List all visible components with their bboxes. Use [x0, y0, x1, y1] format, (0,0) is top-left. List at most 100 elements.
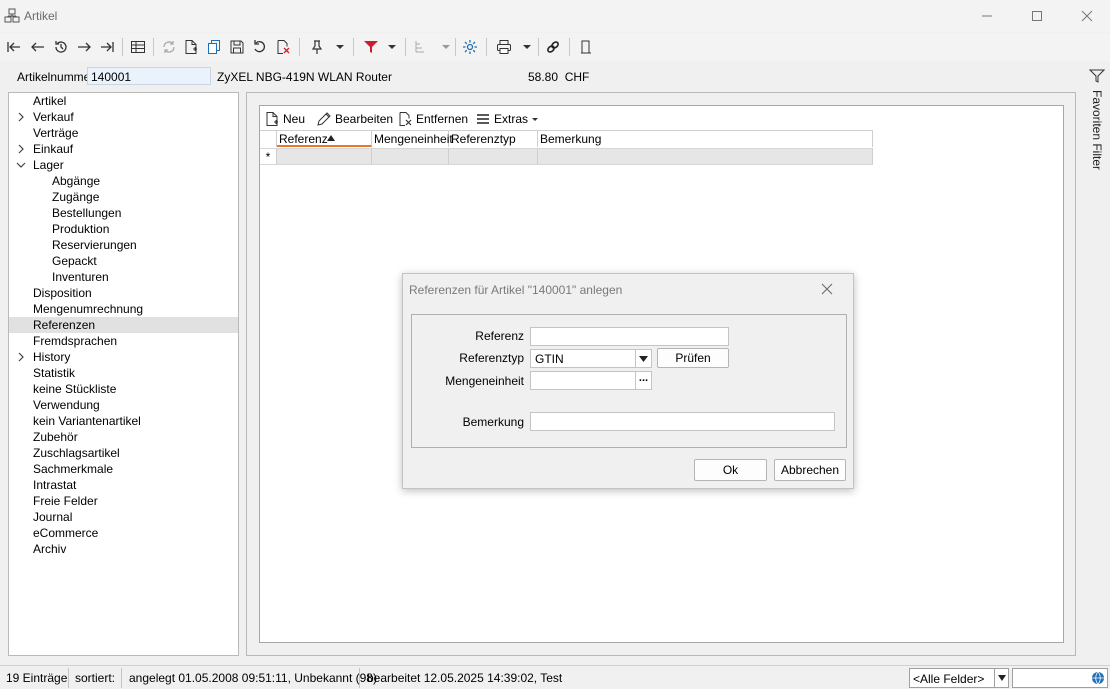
dialog-close-button[interactable] [821, 283, 833, 298]
funnel-icon[interactable] [1088, 68, 1106, 87]
filter-icon [364, 41, 378, 53]
tree-item-freie-felder[interactable]: Freie Felder [9, 493, 238, 509]
tree-item-abgänge[interactable]: Abgänge [9, 173, 238, 189]
extras-menu-button[interactable]: Extras [475, 110, 539, 127]
tree-item-zubehör[interactable]: Zubehör [9, 429, 238, 445]
grid-cell[interactable] [277, 148, 372, 165]
tree-item-artikel[interactable]: Artikel [9, 93, 238, 109]
dropdown-arrow-icon[interactable] [635, 350, 651, 367]
ellipsis-button[interactable]: ... [635, 372, 651, 389]
extras-button-label: Extras [494, 111, 529, 126]
close-window-button[interactable] [1064, 0, 1110, 32]
pruefen-button[interactable]: Prüfen [657, 348, 729, 368]
row-indicator-header [260, 130, 277, 147]
ok-button[interactable]: Ok [694, 459, 767, 481]
refresh-button[interactable] [159, 36, 179, 58]
tree-item-intrastat[interactable]: Intrastat [9, 477, 238, 493]
history-button[interactable] [51, 36, 71, 58]
new-document-button[interactable] [181, 36, 201, 58]
previous-record-button[interactable] [28, 36, 48, 58]
column-header-referenztyp[interactable]: Referenztyp [449, 130, 538, 147]
edit-button-label: Bearbeiten [335, 111, 394, 126]
referenz-input[interactable] [530, 327, 729, 346]
tree-item-verträge[interactable]: Verträge [9, 125, 238, 141]
copy-icon [208, 40, 220, 54]
tree-item-keine-stückliste[interactable]: keine Stückliste [9, 381, 238, 397]
tree-item-label: Abgänge [52, 174, 101, 188]
table-view-button[interactable] [128, 36, 148, 58]
remove-button[interactable]: Entfernen [397, 110, 468, 127]
tree-item-einkauf[interactable]: Einkauf [9, 141, 238, 157]
tree-item-fremdsprachen[interactable]: Fremdsprachen [9, 333, 238, 349]
exit-button[interactable] [576, 36, 596, 58]
tree-item-reservierungen[interactable]: Reservierungen [9, 237, 238, 253]
status-search-input[interactable] [1012, 668, 1108, 688]
tree-item-sachmerkmale[interactable]: Sachmerkmale [9, 461, 238, 477]
tree-item-lager[interactable]: Lager [9, 157, 238, 173]
column-header-mengeneinheit[interactable]: Mengeneinheit [372, 130, 453, 147]
field-filter-select[interactable]: <Alle Felder> [909, 668, 1009, 688]
last-record-button[interactable] [97, 36, 117, 58]
tree-item-archiv[interactable]: Archiv [9, 541, 238, 557]
dropdown-arrow-icon[interactable] [994, 669, 1008, 687]
chevron-down-icon[interactable] [16, 160, 26, 170]
copy-button[interactable] [204, 36, 224, 58]
next-record-button[interactable] [74, 36, 94, 58]
mengeneinheit-picker[interactable]: ... [530, 371, 652, 390]
artnr-field[interactable]: 140001 [87, 67, 211, 85]
filter-menu-button[interactable] [360, 36, 400, 58]
tree-item-referenzen[interactable]: Referenzen [9, 317, 238, 333]
column-header-referenz[interactable]: Referenz [277, 130, 372, 147]
tree-item-label: Einkauf [33, 142, 74, 156]
tree-item-bestellungen[interactable]: Bestellungen [9, 205, 238, 221]
favorites-filter-strip[interactable]: Favoriten Filter [1085, 66, 1110, 666]
tree-item-disposition[interactable]: Disposition [9, 285, 238, 301]
tree-item-verkauf[interactable]: Verkauf [9, 109, 238, 125]
hierarchy-menu-button[interactable] [412, 36, 452, 58]
new-button[interactable]: Neu [264, 110, 305, 127]
chevron-right-icon[interactable] [16, 144, 26, 154]
tree-item-label: Verkauf [33, 110, 74, 124]
chevron-down-icon [388, 45, 396, 49]
tree-item-statistik[interactable]: Statistik [9, 365, 238, 381]
grid-cell[interactable] [372, 148, 449, 165]
tree-item-kein-variantenartikel[interactable]: kein Variantenartikel [9, 413, 238, 429]
tree-item-mengenumrechnung[interactable]: Mengenumrechnung [9, 301, 238, 317]
tree-item-history[interactable]: History [9, 349, 238, 365]
minimize-button[interactable] [964, 0, 1010, 32]
tree-item-journal[interactable]: Journal [9, 509, 238, 525]
tree-item-verwendung[interactable]: Verwendung [9, 397, 238, 413]
chevron-right-icon[interactable] [16, 112, 26, 122]
create-reference-dialog: Referenzen für Artikel "140001" anlegen … [402, 273, 854, 489]
column-header-bemerkung[interactable]: Bemerkung [538, 130, 873, 147]
save-button[interactable] [227, 36, 247, 58]
new-row[interactable]: * [260, 148, 873, 165]
grid-cell[interactable] [538, 148, 873, 165]
cancel-button[interactable]: Abbrechen [774, 459, 846, 481]
delete-button[interactable] [273, 36, 293, 58]
link-button[interactable] [543, 36, 563, 58]
undo-icon [254, 40, 265, 53]
tree-item-zuschlagsartikel[interactable]: Zuschlagsartikel [9, 445, 238, 461]
settings-button[interactable] [460, 36, 480, 58]
undo-button[interactable] [250, 36, 270, 58]
tree-item-gepackt[interactable]: Gepackt [9, 253, 238, 269]
tree-item-inventuren[interactable]: Inventuren [9, 269, 238, 285]
tree-item-produktion[interactable]: Produktion [9, 221, 238, 237]
print-menu-button[interactable] [494, 36, 534, 58]
print-icon [497, 40, 511, 54]
tree-item-ecommerce[interactable]: eCommerce [9, 525, 238, 541]
chevron-right-icon[interactable] [16, 352, 26, 362]
edit-button[interactable]: Bearbeiten [316, 110, 393, 127]
maximize-button[interactable] [1014, 0, 1060, 32]
referenztyp-select[interactable]: GTIN [530, 349, 652, 368]
first-record-button[interactable] [4, 36, 24, 58]
tree-item-zugänge[interactable]: Zugänge [9, 189, 238, 205]
tree-item-label: kein Variantenartikel [33, 414, 141, 428]
tree-item-label: Archiv [33, 542, 67, 556]
grid-header-row: Referenz Mengeneinheit Referenztyp Bemer… [260, 130, 873, 147]
record-count: 19 Einträge [6, 671, 68, 685]
pin-menu-button[interactable] [307, 36, 347, 58]
grid-cell[interactable] [449, 148, 538, 165]
bemerkung-input[interactable] [530, 412, 835, 431]
